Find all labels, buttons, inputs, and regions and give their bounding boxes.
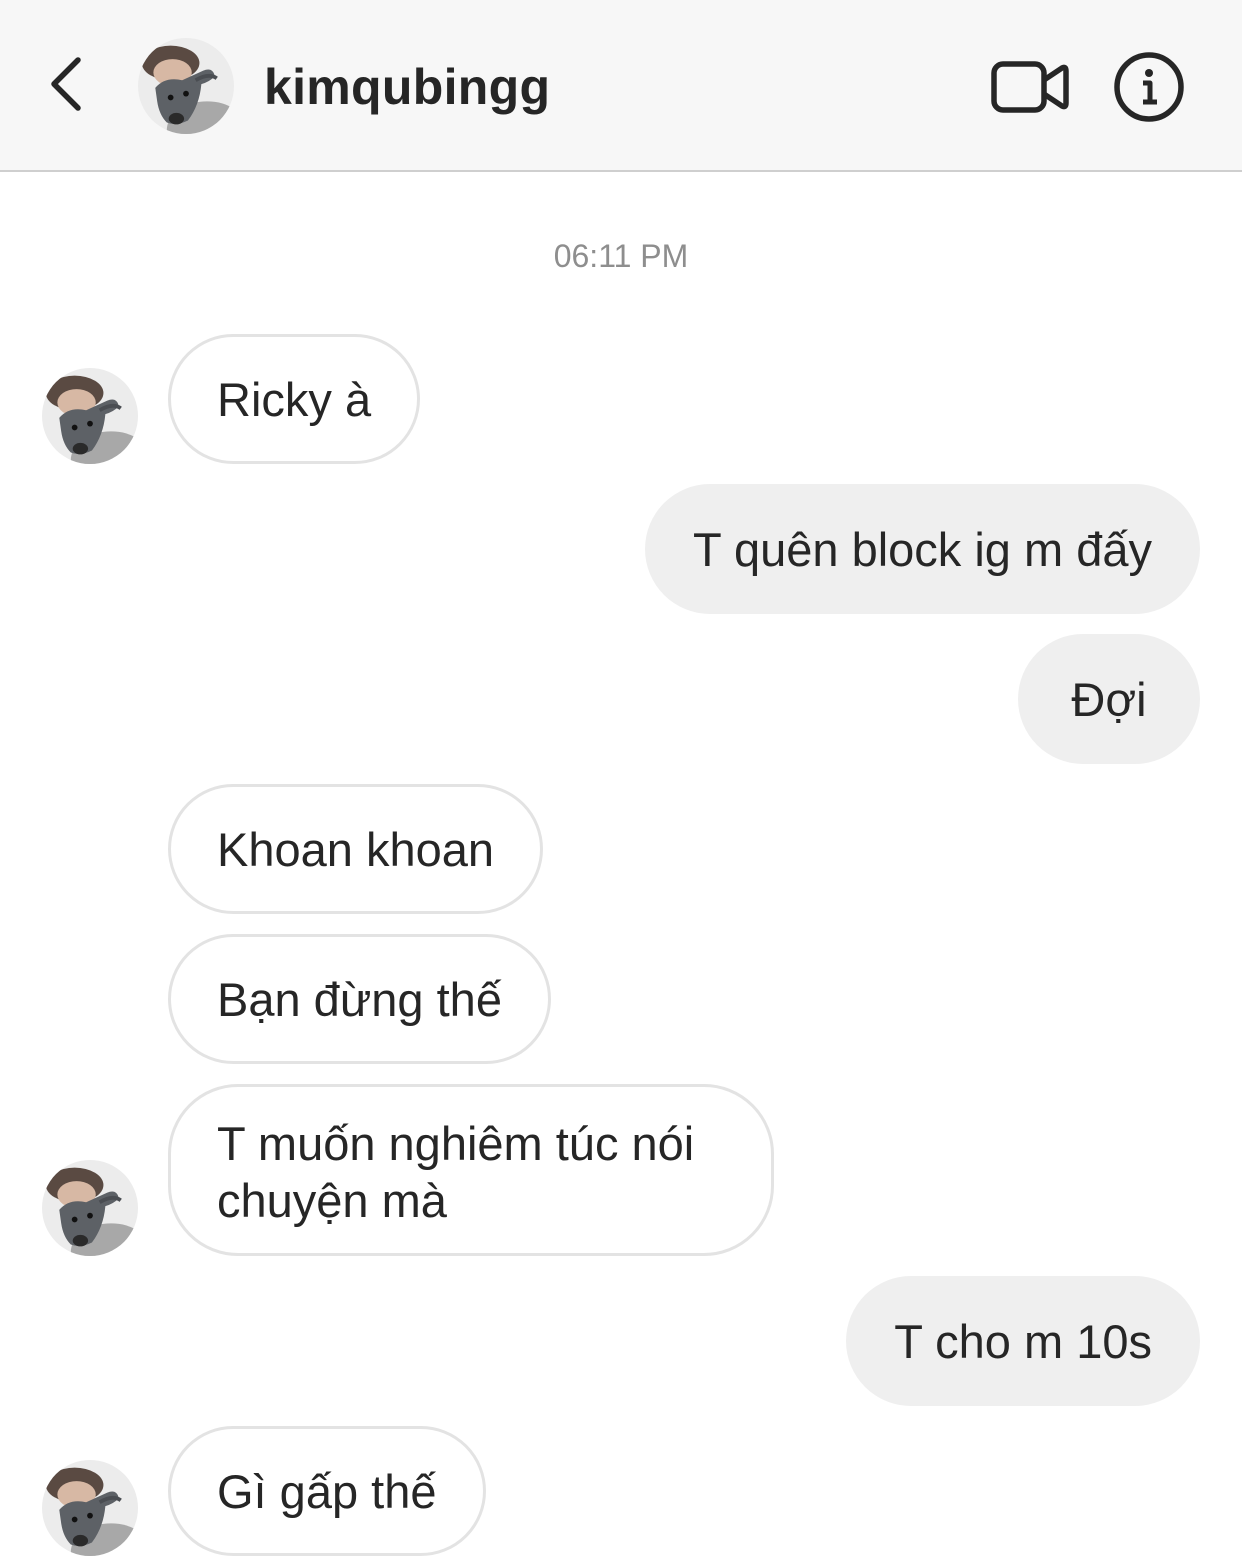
incoming-message-bubble[interactable]: Khoan khoan	[168, 784, 544, 914]
incoming-message-bubble[interactable]: Gì gấp thế	[168, 1426, 486, 1556]
message-text: Bạn đừng thế	[217, 972, 502, 1026]
sender-avatar[interactable]	[42, 1460, 138, 1556]
message-text: Đợi	[1071, 672, 1147, 726]
info-icon	[1114, 52, 1184, 122]
video-call-button[interactable]	[988, 52, 1072, 122]
incoming-message-bubble[interactable]: Ricky à	[168, 334, 421, 464]
outgoing-message-bubble[interactable]: Đợi	[1018, 634, 1200, 764]
back-button[interactable]	[40, 52, 96, 116]
message-text: T muốn nghiêm túc nói chuyện mà	[217, 1117, 695, 1227]
username[interactable]: kimqubingg	[264, 58, 550, 116]
header-avatar[interactable]	[138, 38, 234, 134]
incoming-message-bubble[interactable]: Bạn đừng thế	[168, 934, 551, 1064]
incoming-message-bubble[interactable]: T muốn nghiêm túc nói chuyện mà	[168, 1084, 774, 1256]
message-text: Ricky à	[217, 372, 372, 426]
sender-avatar[interactable]	[42, 1160, 138, 1256]
message-text: T cho m 10s	[894, 1314, 1152, 1368]
video-camera-icon	[991, 61, 1069, 113]
avatar-image	[138, 38, 234, 134]
outgoing-message-bubble[interactable]: T quên block ig m đấy	[645, 484, 1200, 614]
sender-avatar[interactable]	[42, 368, 138, 464]
outgoing-message-bubble[interactable]: T cho m 10s	[846, 1276, 1200, 1406]
info-button[interactable]	[1112, 50, 1186, 124]
avatar-image	[42, 1460, 138, 1556]
message-text: T quên block ig m đấy	[693, 522, 1152, 576]
message-text: Khoan khoan	[217, 822, 495, 876]
message-timestamp: 06:11 PM	[553, 238, 689, 274]
chevron-left-icon	[51, 57, 81, 111]
chat-header: kimqubingg	[0, 0, 1242, 172]
avatar-image	[42, 368, 138, 464]
message-text: Gì gấp thế	[217, 1464, 437, 1518]
avatar-image	[42, 1160, 138, 1256]
